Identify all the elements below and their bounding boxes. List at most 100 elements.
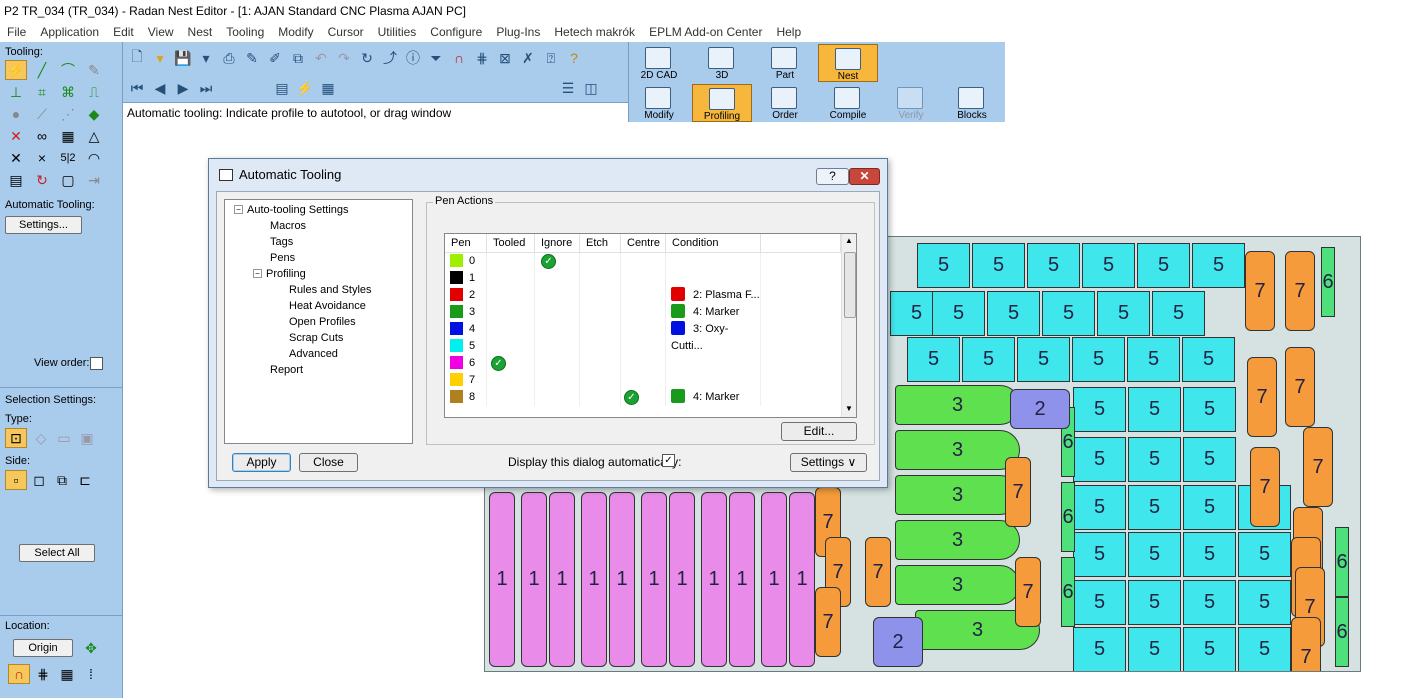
first-icon[interactable]: ⏮	[127, 78, 147, 98]
type-folder-icon[interactable]: ▭	[53, 428, 75, 448]
side-left-icon[interactable]: ⊏	[74, 470, 96, 490]
auto-tool-icon[interactable]: ⚡	[5, 60, 27, 80]
ignore-cell[interactable]	[535, 287, 580, 304]
nest-part-1[interactable]: 1	[489, 492, 515, 667]
tool-library-icon[interactable]: ▤	[5, 170, 27, 190]
nest-part-5[interactable]: 5	[1127, 337, 1180, 382]
tooled-cell[interactable]	[487, 321, 535, 338]
tree-item-open-profiles[interactable]: Open Profiles	[289, 316, 356, 328]
tooled-cell[interactable]	[487, 372, 535, 389]
centre-cell[interactable]	[621, 372, 666, 389]
nest-part-7[interactable]: 7	[1291, 617, 1321, 671]
column-header-centre[interactable]: Centre	[621, 234, 666, 252]
nest-part-5[interactable]: 5	[1238, 627, 1291, 671]
nest-part-6[interactable]: 6	[1061, 557, 1075, 627]
delete-tool-icon[interactable]: ✕	[5, 126, 27, 146]
pen-row[interactable]: 8 ✓ 4: Marker	[445, 389, 841, 406]
open-folder-icon[interactable]: ▾	[150, 48, 170, 68]
tab-icon[interactable]: ⎍	[83, 82, 105, 102]
tree-item-heat-avoidance[interactable]: Heat Avoidance	[289, 300, 366, 312]
condition-cell[interactable]	[666, 253, 761, 270]
rotate-icon[interactable]: ↻	[31, 170, 53, 190]
nest-part-5[interactable]: 5	[1072, 337, 1125, 382]
tile-vertical-icon[interactable]: ◫	[581, 78, 601, 98]
save-dropdown-icon[interactable]: ▾	[196, 48, 216, 68]
ignore-cell[interactable]	[535, 338, 580, 355]
nest-part-7[interactable]: 7	[1245, 251, 1275, 331]
mode-blocks-button[interactable]: Blocks	[942, 84, 1002, 122]
etch-cell[interactable]	[580, 321, 621, 338]
arc-tool-icon[interactable]: ⌒	[57, 60, 79, 80]
pen-row[interactable]: 7	[445, 372, 841, 389]
context-help-icon[interactable]: ⍰	[541, 48, 561, 68]
pen-row[interactable]: 2 2: Plasma F...	[445, 287, 841, 304]
nest-part-3[interactable]: 3	[895, 430, 1020, 470]
nest-part-3[interactable]: 3	[895, 520, 1020, 560]
menu-item-help[interactable]: Help	[769, 25, 808, 39]
nest-part-1[interactable]: 1	[669, 492, 695, 667]
nest-part-5[interactable]: 5	[972, 243, 1025, 288]
nest-part-5[interactable]: 5	[1128, 532, 1181, 577]
etch-cell[interactable]	[580, 372, 621, 389]
centre-cell[interactable]: ✓	[621, 389, 666, 406]
condition-cell[interactable]: 4: Marker	[666, 304, 761, 321]
nest-part-1[interactable]: 1	[701, 492, 727, 667]
nest-part-6[interactable]: 6	[1061, 482, 1075, 552]
magnet-icon[interactable]: ∩	[449, 48, 469, 68]
menu-item-view[interactable]: View	[141, 25, 181, 39]
curve-icon[interactable]: ◠	[83, 148, 105, 168]
snap-dots-icon[interactable]: ⁞	[80, 664, 102, 684]
nest-part-5[interactable]: 5	[1073, 627, 1126, 671]
nest-part-5[interactable]: 5	[1128, 437, 1181, 482]
redo-icon[interactable]: ↷	[334, 48, 354, 68]
tile-horizontal-icon[interactable]: ☰	[558, 78, 578, 98]
previous-icon[interactable]: ◀	[150, 78, 170, 98]
refresh-icon[interactable]: ↻	[357, 48, 377, 68]
undo-icon[interactable]: ↶	[311, 48, 331, 68]
tree-item-pens[interactable]: Pens	[270, 252, 295, 264]
nest-part-5[interactable]: 5	[1073, 437, 1126, 482]
nest-part-5[interactable]: 5	[1183, 532, 1236, 577]
nest-part-5[interactable]: 5	[1128, 580, 1181, 625]
glasses-icon[interactable]: ∞	[31, 126, 53, 146]
tooled-cell[interactable]	[487, 389, 535, 406]
pen-cell[interactable]: 6	[445, 355, 487, 372]
menu-item-edit[interactable]: Edit	[106, 25, 141, 39]
scroll-thumb[interactable]	[844, 252, 856, 318]
nest-part-5[interactable]: 5	[1152, 291, 1205, 336]
arrow-end-icon[interactable]: ⇥	[83, 170, 105, 190]
apply-button[interactable]: Apply	[232, 453, 291, 472]
mode-nest-button[interactable]: Nest	[818, 44, 878, 82]
nest-part-5[interactable]: 5	[1073, 387, 1126, 432]
etch-cell[interactable]	[580, 287, 621, 304]
menu-item-file[interactable]: File	[0, 25, 33, 39]
snap-magnet-icon[interactable]: ∩	[8, 664, 30, 684]
type-grid-icon[interactable]: ▣	[76, 428, 98, 448]
menu-item-modify[interactable]: Modify	[271, 25, 320, 39]
pen-cell[interactable]: 3	[445, 304, 487, 321]
etch-cell[interactable]	[580, 253, 621, 270]
mode-profiling-button[interactable]: Profiling	[692, 84, 752, 122]
nest-part-5[interactable]: 5	[1137, 243, 1190, 288]
snap-grid-icon[interactable]: ⋕	[32, 664, 54, 684]
centre-cell[interactable]	[621, 270, 666, 287]
condition-cell[interactable]	[666, 270, 761, 287]
grid-toggle-icon[interactable]: ⋕	[472, 48, 492, 68]
ignore-cell[interactable]	[535, 270, 580, 287]
nest-part-1[interactable]: 1	[549, 492, 575, 667]
tooled-cell[interactable]	[487, 287, 535, 304]
type-shape-icon[interactable]: ◇	[30, 428, 52, 448]
new-file-icon[interactable]: 🗋	[127, 48, 147, 68]
menu-item-cursor[interactable]: Cursor	[321, 25, 371, 39]
menu-item-application[interactable]: Application	[33, 25, 106, 39]
point-icon[interactable]: ●	[5, 104, 27, 124]
side-both-icon[interactable]: ⧉	[51, 470, 73, 490]
nest-part-3[interactable]: 3	[895, 385, 1020, 425]
lead-out-icon[interactable]: ⌗	[31, 82, 53, 102]
menu-item-nest[interactable]: Nest	[181, 25, 220, 39]
etch-cell[interactable]	[580, 338, 621, 355]
side-outer-icon[interactable]: ◻	[28, 470, 50, 490]
tree-item-auto-tooling-settings[interactable]: − Auto-tooling Settings	[234, 204, 349, 216]
next-icon[interactable]: ▶	[173, 78, 193, 98]
tree-item-macros[interactable]: Macros	[270, 220, 306, 232]
